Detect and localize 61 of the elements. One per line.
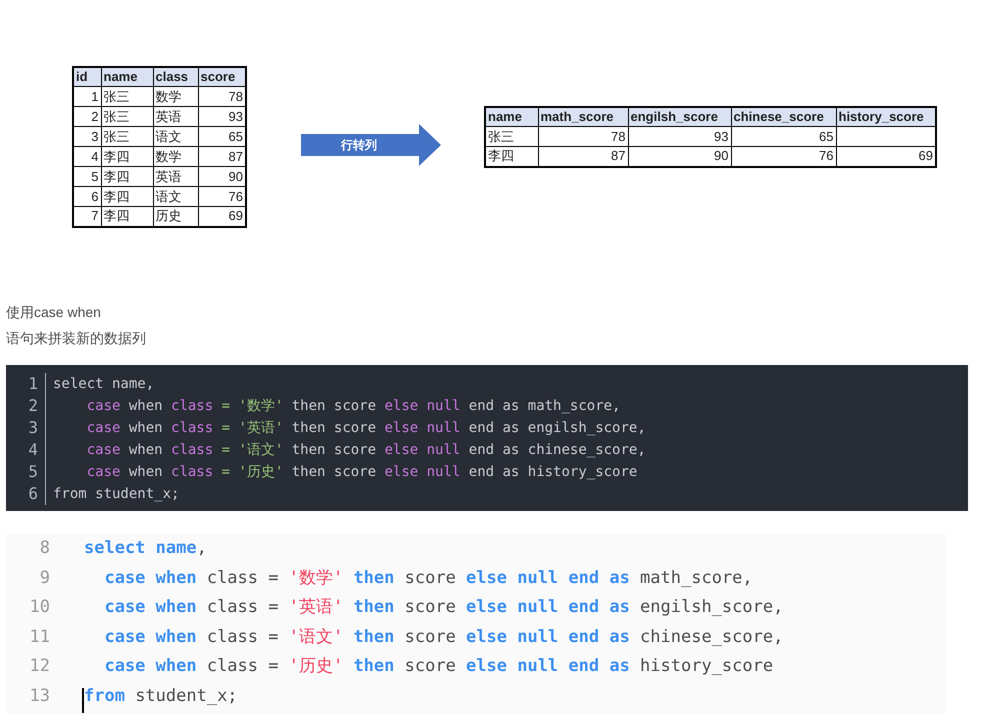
table-cell: 英语 xyxy=(153,106,198,126)
column-header: name xyxy=(101,67,153,86)
table-cell: 语文 xyxy=(153,126,198,146)
column-header: name xyxy=(485,107,538,126)
table-cell: 93 xyxy=(628,126,731,146)
table-cell: 李四 xyxy=(101,146,153,166)
table-cell: 语文 xyxy=(153,186,198,206)
table-cell: 4 xyxy=(73,146,101,166)
line-number: 2 xyxy=(6,395,46,417)
arrow-icon xyxy=(301,124,441,166)
table-cell: 3 xyxy=(73,126,101,146)
code-line: case when class = '历史' then score else null end as history_score xyxy=(103,656,774,676)
code-line: case when class = '语文' then score else null end as chinese_score, xyxy=(103,626,784,646)
line-number: 10 xyxy=(28,596,50,619)
table-cell: 张三 xyxy=(101,106,153,126)
code-line: select name, xyxy=(84,538,207,558)
table-cell: 78 xyxy=(538,126,628,146)
line-number: 13 xyxy=(28,684,50,708)
code-line: select name, xyxy=(53,376,154,392)
table-cell: 数学 xyxy=(153,146,198,166)
line-number: 5 xyxy=(6,461,46,483)
column-header: engilsh_score xyxy=(628,107,731,126)
column-header: id xyxy=(73,67,101,86)
code-line: case when class = '英语' then score else null end as engilsh_score, xyxy=(103,597,784,617)
code-line: case when class = '数学' then score else null end as math_score, xyxy=(86,398,620,414)
code-line: case when class = '数学' then score else null end as math_score, xyxy=(103,568,753,588)
code-line: from student_x; xyxy=(84,686,238,706)
line-number: 3 xyxy=(6,417,46,439)
table-cell: 英语 xyxy=(153,166,198,186)
column-header: class xyxy=(153,67,198,86)
table-cell: 数学 xyxy=(153,86,198,106)
table-cell: 5 xyxy=(73,166,101,186)
table-cell: 李四 xyxy=(101,206,153,226)
column-header: math_score xyxy=(538,107,628,126)
line-number: 4 xyxy=(6,439,46,461)
table-cell: 张三 xyxy=(101,126,153,146)
line-number: 9 xyxy=(38,566,50,590)
code-line: case when class = '英语' then score else null end as engilsh_score, xyxy=(86,420,646,436)
line-number: 11 xyxy=(28,626,50,648)
line-number: 8 xyxy=(38,537,50,560)
column-header: chinese_score xyxy=(731,107,836,126)
table-cell: 张三 xyxy=(101,86,153,106)
paragraph: 使用case when xyxy=(6,303,101,322)
code-line: case when class = '语文' then score else null end as chinese_score, xyxy=(86,442,646,458)
line-number: 12 xyxy=(28,655,50,678)
line-number: 1 xyxy=(6,373,46,395)
arrow-label: 行转列 xyxy=(340,137,378,154)
table-cell: 张三 xyxy=(485,126,538,146)
column-header: score xyxy=(198,67,246,86)
column-header: history_score xyxy=(836,107,936,126)
table-cell: 6 xyxy=(73,186,101,206)
line-number: 6 xyxy=(6,483,46,505)
table-cell: 65 xyxy=(731,126,836,146)
table-cell: 李四 xyxy=(101,186,153,206)
table-cell: 历史 xyxy=(153,206,198,226)
table-cell: 李四 xyxy=(101,166,153,186)
code-line: from student_x; xyxy=(53,486,180,502)
code-line: case when class = '历史' then score else null end as history_score xyxy=(86,464,638,480)
table-cell: 1 xyxy=(73,86,101,106)
table-cell: 2 xyxy=(73,106,101,126)
paragraph: 语句来拼装新的数据列 xyxy=(6,329,146,348)
